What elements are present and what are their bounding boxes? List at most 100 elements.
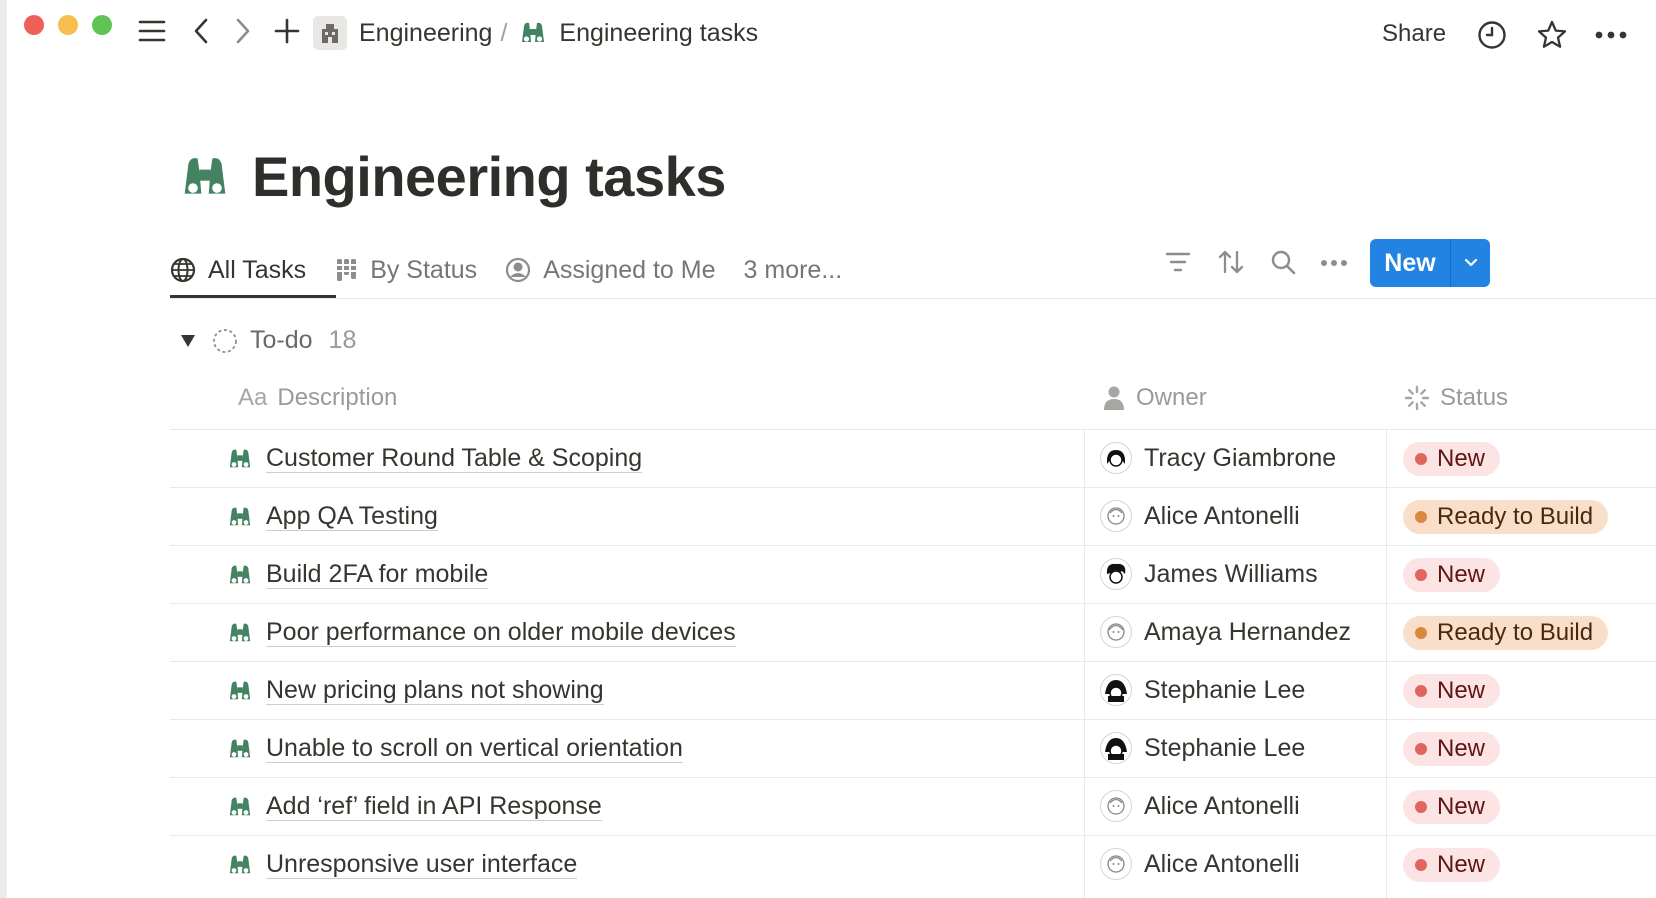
binoculars-icon <box>178 153 232 201</box>
more-views-button[interactable]: 3 more... <box>744 242 843 298</box>
status-dot <box>1415 453 1427 465</box>
table-row[interactable]: Build 2FA for mobile James Williams New <box>170 545 1656 603</box>
share-button[interactable]: Share <box>1382 20 1446 48</box>
status-label: New <box>1437 677 1486 704</box>
group-name: To-do <box>250 326 313 354</box>
owner-cell[interactable]: Stephanie Lee <box>1100 674 1305 706</box>
column-label: Description <box>277 384 398 411</box>
table-row[interactable]: Unable to scroll on vertical orientation… <box>170 719 1656 777</box>
status-label: Ready to Build <box>1437 503 1594 530</box>
view-options-icon[interactable] <box>1320 259 1348 267</box>
status-badge[interactable]: Ready to Build <box>1403 616 1609 650</box>
sort-icon[interactable] <box>1217 249 1245 275</box>
owner-cell[interactable]: Tracy Giambrone <box>1100 442 1336 474</box>
status-dot <box>1415 801 1427 813</box>
chevron-down-icon[interactable] <box>1451 258 1490 268</box>
filter-icon[interactable] <box>1165 251 1191 273</box>
collapse-triangle-icon[interactable] <box>180 334 196 348</box>
favorite-star-icon[interactable] <box>1536 19 1568 51</box>
status-badge[interactable]: New <box>1403 674 1501 708</box>
avatar <box>1100 558 1132 590</box>
task-title[interactable]: New pricing plans not showing <box>226 676 604 705</box>
table-row[interactable]: Customer Round Table & Scoping Tracy Gia… <box>170 429 1656 487</box>
building-icon <box>313 16 347 50</box>
table-row[interactable]: Unresponsive user interface Alice Antone… <box>170 835 1656 893</box>
close-window-button[interactable] <box>24 15 44 35</box>
sidebar-menu-icon[interactable] <box>138 18 166 44</box>
binoculars-icon <box>226 563 254 587</box>
column-header-description[interactable]: Aa Description <box>238 384 397 412</box>
owner-name: Tracy Giambrone <box>1144 443 1337 472</box>
status-label: New <box>1437 793 1486 820</box>
tab-by-status[interactable]: By Status <box>334 242 477 298</box>
minimize-window-button[interactable] <box>58 15 78 35</box>
task-title[interactable]: Unresponsive user interface <box>226 850 578 879</box>
owner-cell[interactable]: Amaya Hernandez <box>1100 616 1351 648</box>
new-button[interactable]: New <box>1370 239 1490 287</box>
maximize-window-button[interactable] <box>92 15 112 35</box>
owner-cell[interactable]: James Williams <box>1100 558 1318 590</box>
breadcrumb-engineering[interactable]: Engineering <box>359 19 492 48</box>
table-row[interactable]: Poor performance on older mobile devices… <box>170 603 1656 661</box>
history-clock-icon[interactable] <box>1477 20 1507 50</box>
status-badge[interactable]: New <box>1403 558 1501 592</box>
owner-name: Stephanie Lee <box>1144 733 1306 762</box>
forward-arrow-icon[interactable] <box>234 18 252 44</box>
status-badge[interactable]: New <box>1403 848 1501 882</box>
breadcrumb-separator: / <box>500 18 508 47</box>
owner-name: James Williams <box>1144 559 1318 588</box>
table-row[interactable]: App QA Testing Alice Antonelli Ready to … <box>170 487 1656 545</box>
status-dot <box>1415 743 1427 755</box>
add-page-icon[interactable] <box>274 18 300 44</box>
view-tabs: All Tasks By Status Assigned to Me 3 mor… <box>170 242 870 298</box>
page-title[interactable]: Engineering tasks <box>252 144 726 209</box>
task-title[interactable]: Build 2FA for mobile <box>226 560 489 589</box>
status-badge[interactable]: New <box>1403 442 1501 476</box>
owner-name: Alice Antonelli <box>1144 791 1300 820</box>
owner-name: Alice Antonelli <box>1144 849 1300 878</box>
status-badge[interactable]: Ready to Build <box>1403 500 1609 534</box>
status-dot <box>1415 685 1427 697</box>
tab-assigned-to-me[interactable]: Assigned to Me <box>505 242 716 298</box>
text-property-icon: Aa <box>238 384 268 411</box>
table-row[interactable]: New pricing plans not showing Stephanie … <box>170 661 1656 719</box>
column-header-status[interactable]: Status <box>1404 384 1508 412</box>
status-badge[interactable]: New <box>1403 790 1501 824</box>
task-title-text: Poor performance on older mobile devices <box>266 618 736 647</box>
task-title[interactable]: Unable to scroll on vertical orientation <box>226 734 683 763</box>
owner-cell[interactable]: Stephanie Lee <box>1100 732 1305 764</box>
status-badge[interactable]: New <box>1403 732 1501 766</box>
column-header-owner[interactable]: Owner <box>1102 384 1207 412</box>
binoculars-icon <box>226 853 254 877</box>
avatar <box>1100 848 1132 880</box>
owner-cell[interactable]: Alice Antonelli <box>1100 790 1300 822</box>
owner-cell[interactable]: Alice Antonelli <box>1100 500 1300 532</box>
breadcrumb-current[interactable]: Engineering tasks <box>559 19 758 48</box>
status-dot <box>1415 569 1427 581</box>
status-label: New <box>1437 561 1486 588</box>
avatar <box>1100 790 1132 822</box>
status-label: Ready to Build <box>1437 619 1594 646</box>
task-title[interactable]: Add ‘ref’ field in API Response <box>226 792 602 821</box>
owner-cell[interactable]: Alice Antonelli <box>1100 848 1300 880</box>
status-dot <box>1415 511 1427 523</box>
column-label: Owner <box>1136 384 1207 411</box>
tab-all-tasks[interactable]: All Tasks <box>170 242 306 298</box>
back-arrow-icon[interactable] <box>192 18 210 44</box>
tab-label: By Status <box>370 255 478 284</box>
task-title-text: Add ‘ref’ field in API Response <box>266 792 602 821</box>
more-options-icon[interactable] <box>1594 30 1628 40</box>
table-row[interactable]: Add ‘ref’ field in API Response Alice An… <box>170 777 1656 835</box>
search-icon[interactable] <box>1270 249 1296 275</box>
group-header[interactable]: To-do 18 <box>180 326 356 355</box>
task-title[interactable]: Customer Round Table & Scoping <box>226 444 643 473</box>
tab-label: Assigned to Me <box>543 255 716 284</box>
column-label: Status <box>1440 384 1509 411</box>
person-icon <box>1102 385 1126 411</box>
top-bar: Engineering / Engineering tasks Share <box>0 0 1656 76</box>
task-title[interactable]: Poor performance on older mobile devices <box>226 618 736 647</box>
task-title[interactable]: App QA Testing <box>226 502 438 531</box>
task-title-text: App QA Testing <box>266 502 438 531</box>
binoculars-icon <box>226 505 254 529</box>
owner-name: Stephanie Lee <box>1144 675 1306 704</box>
